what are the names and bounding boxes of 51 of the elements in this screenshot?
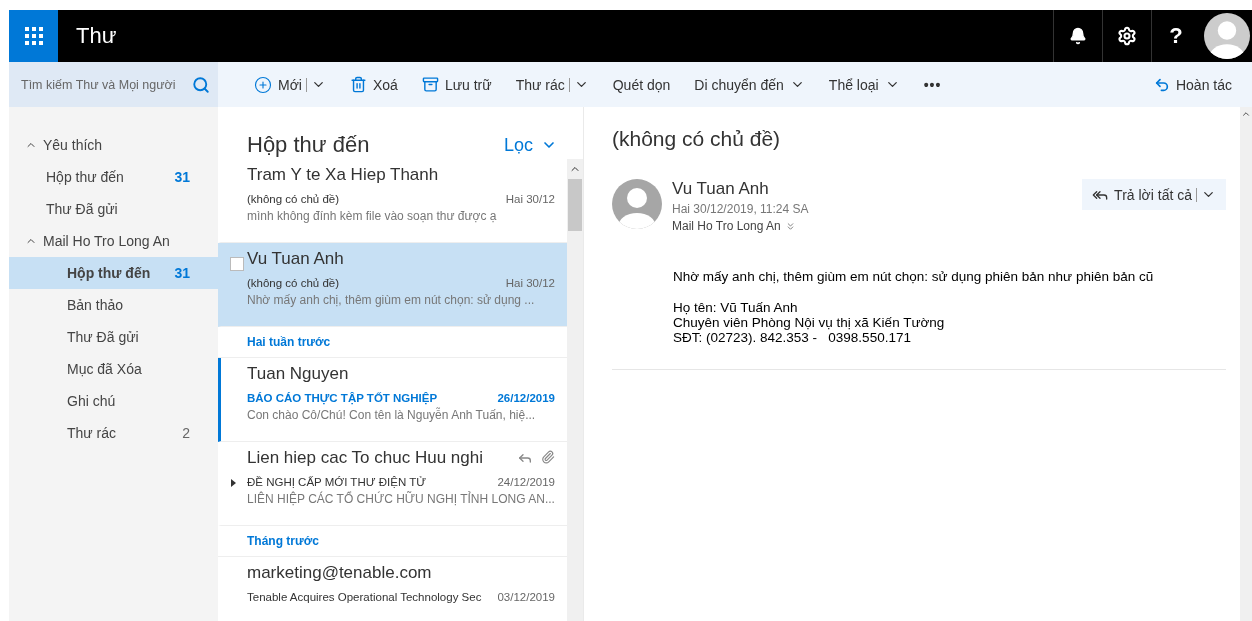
scrollbar[interactable] — [1240, 107, 1252, 621]
message-item[interactable]: Tuan Nguyen BÁO CÁO THỰC TẬP TỐT NGHIỆP 26/12/2019 Con chào Cô/Chú! Con tên là Nguyễn Anh Tuấn, hiệ... — [218, 358, 567, 442]
toolbar-button[interactable]: Quét dọn — [602, 62, 681, 107]
undo-icon — [1153, 76, 1170, 93]
folder-item[interactable]: Mục đã Xóa — [9, 353, 218, 385]
email-body-line: Nhờ mấy anh chị, thêm giùm em nút chọn: sử dụng phiên bản như phiên bản cũ — [673, 269, 1155, 284]
email-date: Hai 30/12/2019, 11:24 SA — [672, 202, 810, 216]
toolbar-button[interactable]: Lưu trữ — [411, 62, 502, 107]
trash-icon — [349, 76, 367, 93]
bell-icon — [1069, 27, 1087, 45]
folder-item[interactable]: Hộp thư đến 31 — [9, 257, 218, 289]
folder-item[interactable]: Hộp thư đến 31 — [9, 161, 218, 193]
toolbar-button[interactable]: ••• — [913, 62, 952, 107]
select-checkbox[interactable] — [230, 257, 244, 271]
folder-group-header[interactable]: Yêu thích — [9, 129, 218, 161]
toolbar-button[interactable]: Xoá — [339, 62, 408, 107]
scroll-thumb[interactable] — [568, 179, 582, 231]
toolbar-button[interactable]: Thư rác — [505, 62, 599, 107]
folder-item[interactable]: Bản thảo — [9, 289, 218, 321]
email-body-line: Chuyên viên Phòng Nội vụ thị xã Kiến Tường — [673, 315, 946, 330]
expand-icon[interactable] — [231, 479, 236, 487]
sender-avatar-icon — [612, 179, 662, 229]
app-title: Thư — [76, 23, 118, 49]
filter-button[interactable]: Lọc — [503, 134, 557, 156]
app-launcher-button[interactable] — [9, 10, 58, 62]
email-subject: (không có chủ đề) — [612, 127, 782, 151]
toolbar-button[interactable]: Di chuyển đến — [684, 62, 815, 107]
grid-icon — [24, 27, 43, 45]
avatar-icon[interactable] — [1204, 13, 1250, 59]
search-field[interactable]: Tìm kiếm Thư và Mọi người — [9, 62, 218, 107]
scroll-up-icon — [1241, 109, 1251, 119]
search-icon — [192, 75, 210, 94]
folder-item[interactable]: Thư Đã gửi — [9, 193, 218, 225]
archive-icon — [421, 76, 439, 93]
email-body-line: Họ tên: Vũ Tuấn Anh — [673, 300, 799, 315]
scrollbar[interactable] — [567, 159, 583, 621]
recipient[interactable]: Mail Ho Tro Long An — [672, 219, 781, 233]
toolbar-button[interactable]: Thể loại — [818, 62, 910, 107]
message-item[interactable]: Vu Tuan Anh (không có chủ đề) Hai 30/12 Nhờ mấy anh chị, thêm giùm em nút chọn: sử dụng ... — [218, 243, 567, 327]
folder-group-header[interactable]: Mail Ho Tro Long An — [9, 225, 218, 257]
undo-button[interactable]: Hoàn tác — [1153, 76, 1232, 93]
folder-item[interactable]: Thư rác 2 — [9, 417, 218, 449]
email-body-line: SĐT: (02723). 842.353 - 0398.550.171 — [673, 330, 912, 345]
folder-item[interactable]: Thư Đã gửi — [9, 321, 218, 353]
plus-icon — [254, 75, 272, 94]
sender-name: Vu Tuan Anh — [672, 179, 770, 199]
reply-all-button[interactable]: Trả lời tất cả — [1082, 179, 1226, 210]
toolbar-button[interactable]: Mới — [244, 62, 336, 107]
folder-title: Hộp thư đến — [247, 132, 370, 158]
settings-icon — [1117, 26, 1137, 46]
folder-item[interactable]: Ghi chú — [9, 385, 218, 417]
